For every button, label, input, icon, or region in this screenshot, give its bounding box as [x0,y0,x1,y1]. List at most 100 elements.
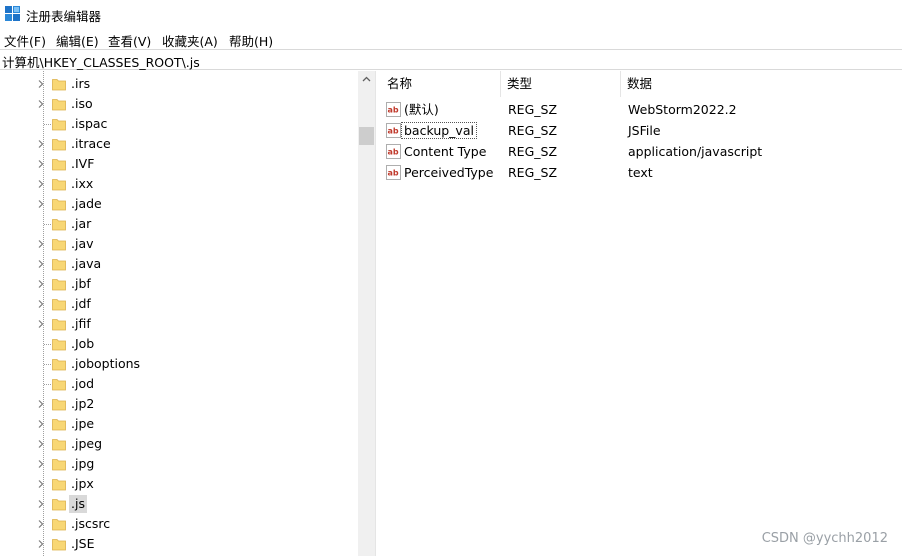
chevron-right-icon[interactable] [36,139,46,149]
chevron-right-icon[interactable] [36,319,46,329]
tree-item[interactable]: .js [0,494,358,514]
folder-icon [52,319,66,331]
folder-icon [52,479,66,491]
chevron-right-icon[interactable] [36,299,46,309]
column-type-header[interactable]: 类型 [501,71,621,97]
column-name-header[interactable]: 名称 [381,71,501,97]
tree-item[interactable]: .jade [0,194,358,214]
tree-connector [44,124,51,125]
tree-item[interactable]: .jscsrc [0,514,358,534]
menu-edit[interactable]: 编辑(E) [56,31,99,50]
tree-item-label: .jbf [71,276,91,291]
title-bar: 注册表编辑器 [0,0,902,28]
tree-item-label: .jpg [71,456,95,471]
tree-item[interactable]: .iso [0,94,358,114]
chevron-right-icon[interactable] [36,279,46,289]
chevron-right-icon[interactable] [36,499,46,509]
chevron-right-icon[interactable] [36,519,46,529]
watermark: CSDN @yychh2012 [761,531,888,546]
address-bar[interactable]: 计算机\HKEY_CLASSES_ROOT\.js [0,49,902,70]
chevron-right-icon[interactable] [36,419,46,429]
folder-icon [52,259,66,271]
chevron-right-icon[interactable] [36,79,46,89]
value-row[interactable]: ab PerceivedType REG_SZ text [381,162,902,183]
tree-scrollbar[interactable] [358,71,375,556]
folder-icon [52,279,66,291]
value-type: REG_SZ [508,123,558,138]
tree-item[interactable]: .jpx [0,474,358,494]
tree-item-label: .jav [71,236,94,251]
menu-help[interactable]: 帮助(H) [229,31,273,50]
menu-favorites[interactable]: 收藏夹(A) [162,31,218,50]
folder-icon [52,239,66,251]
tree-item[interactable]: .java [0,254,358,274]
chevron-right-icon[interactable] [36,479,46,489]
tree-item[interactable]: .jpe [0,414,358,434]
tree-item-label: .Job [71,336,95,351]
tree-item[interactable]: .IVF [0,154,358,174]
tree-item[interactable]: .itrace [0,134,358,154]
chevron-right-icon[interactable] [36,179,46,189]
menu-file[interactable]: 文件(F) [4,31,46,50]
tree-item[interactable]: .jp2 [0,394,358,414]
chevron-right-icon[interactable] [36,199,46,209]
value-row[interactable]: ab backup_val REG_SZ JSFile [381,120,902,141]
chevron-right-icon[interactable] [36,159,46,169]
scroll-up-arrow-icon[interactable] [358,71,375,88]
chevron-right-icon[interactable] [36,399,46,409]
value-data: application/javascript [628,144,763,159]
chevron-right-icon[interactable] [36,459,46,469]
tree-item[interactable]: .irs [0,74,358,94]
value-row[interactable]: ab (默认) REG_SZ WebStorm2022.2 [381,99,902,120]
tree-item[interactable]: .Job [0,334,358,354]
column-data-header[interactable]: 数据 [621,71,902,97]
value-type: REG_SZ [508,144,558,159]
key-tree[interactable]: .irs .iso .ispac .itrace .IVF .ixx .jade .jar .j… [0,71,375,556]
folder-icon [52,439,66,451]
folder-icon [52,199,66,211]
address-path[interactable]: 计算机\HKEY_CLASSES_ROOT\.js [2,52,200,71]
list-header: 名称 类型 数据 [381,71,902,97]
folder-icon [52,379,66,391]
folder-icon [52,99,66,111]
tree-item[interactable]: .ixx [0,174,358,194]
chevron-right-icon[interactable] [36,539,46,549]
tree-item[interactable]: .jbf [0,274,358,294]
tree-item-label: .jpx [71,476,94,491]
folder-icon [52,519,66,531]
pane-splitter[interactable] [375,71,380,556]
tree-item[interactable]: .JSE [0,534,358,554]
tree-item-label: .jade [71,196,102,211]
tree-item[interactable]: .jdf [0,294,358,314]
value-name: backup_val [401,122,477,139]
tree-item[interactable]: .jpeg [0,434,358,454]
chevron-right-icon[interactable] [36,439,46,449]
tree-item-label: .iso [71,96,93,111]
tree-item[interactable]: .jfif [0,314,358,334]
folder-icon [52,399,66,411]
string-value-icon: ab [386,102,401,117]
folder-icon [52,119,66,131]
svg-text:ab: ab [388,148,399,157]
tree-item[interactable]: .jar [0,214,358,234]
tree-item[interactable]: .ispac [0,114,358,134]
tree-item[interactable]: .jav [0,234,358,254]
folder-icon [52,359,66,371]
tree-item-label: .jscsrc [71,516,111,531]
tree-item[interactable]: .jod [0,374,358,394]
menu-view[interactable]: 查看(V) [108,31,151,50]
tree-item-label: .java [71,256,102,271]
value-type: REG_SZ [508,102,558,117]
chevron-right-icon[interactable] [36,239,46,249]
folder-icon [52,179,66,191]
chevron-right-icon[interactable] [36,99,46,109]
tree-item[interactable]: .jpg [0,454,358,474]
values-list[interactable]: 名称 类型 数据 ab (默认) REG_SZ WebStorm2022.2 ab bac… [381,71,902,556]
tree-item[interactable]: .joboptions [0,354,358,374]
value-row[interactable]: ab Content Type REG_SZ application/javascri… [381,141,902,162]
tree-item-label: .jod [71,376,95,391]
chevron-right-icon[interactable] [36,259,46,269]
scroll-thumb[interactable] [359,127,374,145]
tree-item-label: .ispac [71,116,108,131]
tree-item-label: .JSE [71,536,95,551]
